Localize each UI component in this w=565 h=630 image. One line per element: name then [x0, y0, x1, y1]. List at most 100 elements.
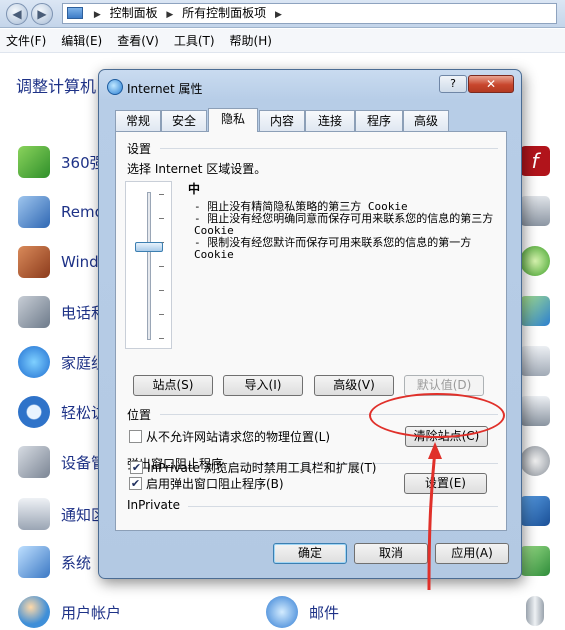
- back-button[interactable]: ◀: [6, 3, 28, 25]
- tab-privacy[interactable]: 隐私: [208, 108, 258, 132]
- help-button[interactable]: ?: [439, 75, 467, 93]
- cp-item-mail[interactable]: 邮件: [266, 595, 339, 629]
- sync-icon[interactable]: [520, 246, 550, 276]
- menu-view[interactable]: 查看(V): [117, 32, 159, 49]
- program-icon[interactable]: [520, 546, 550, 576]
- ok-button[interactable]: 确定: [273, 543, 347, 564]
- menu-bar: 文件(F) 编辑(E) 查看(V) 工具(T) 帮助(H): [0, 29, 565, 53]
- breadcrumb-item-1[interactable]: 所有控制面板项: [182, 6, 266, 20]
- cp-item-firewall[interactable]: Wind: [18, 245, 99, 279]
- breadcrumb-sep-icon[interactable]: ▶: [94, 10, 101, 20]
- settings-group-label: 设置: [127, 142, 152, 156]
- tab-advanced[interactable]: 高级: [403, 110, 449, 131]
- cp-item-system[interactable]: 系统: [18, 545, 91, 579]
- cp-item-label: 系统: [61, 553, 92, 572]
- system-icon: [18, 546, 50, 578]
- inprivate-group-label: InPrivate: [127, 498, 180, 512]
- ie-icon: [107, 79, 123, 95]
- mail-icon: [266, 596, 298, 628]
- printer-icon[interactable]: [520, 396, 550, 426]
- address-bar: ◀ ▶ ▶ 控制面板 ▶ 所有控制面板项 ▶: [0, 0, 565, 28]
- sites-button[interactable]: 站点(S): [133, 375, 213, 396]
- firewall-icon: [18, 246, 50, 278]
- menu-tools[interactable]: 工具(T): [174, 32, 215, 49]
- homegroup-icon: [18, 346, 50, 378]
- cp-item-label: Wind: [61, 253, 99, 271]
- popup-settings-button[interactable]: 设置(E): [404, 473, 487, 494]
- apply-button[interactable]: 应用(A): [435, 543, 509, 564]
- breadcrumb-item-0[interactable]: 控制面板: [110, 6, 158, 20]
- flash-icon[interactable]: f: [520, 146, 550, 176]
- tab-programs[interactable]: 程序: [355, 110, 403, 131]
- menu-file[interactable]: 文件(F): [6, 32, 46, 49]
- enable-popup-blocker-checkbox[interactable]: ✔: [129, 477, 142, 490]
- annotation-ellipse: [369, 393, 505, 438]
- keyboard-icon[interactable]: [520, 196, 550, 226]
- cp-item-phone[interactable]: 电话和: [18, 295, 106, 329]
- never-allow-location-label[interactable]: 从不允许网站请求您的物理位置(L): [146, 428, 330, 445]
- ease-of-access-icon: [18, 396, 50, 428]
- microphone-icon[interactable]: [526, 596, 544, 626]
- forward-button[interactable]: ▶: [31, 3, 53, 25]
- slider-tick: [159, 290, 164, 291]
- dialog-title: Internet 属性: [127, 82, 203, 96]
- import-button[interactable]: 导入(I): [223, 375, 303, 396]
- tab-connections[interactable]: 连接: [305, 110, 355, 131]
- page-title: 调整计算机: [16, 77, 97, 96]
- location-group-label: 位置: [127, 408, 152, 422]
- privacy-description: - 阻止没有经您明确同意而保存可用来联系您的信息的第三方 Cookie: [194, 212, 494, 237]
- slider-tick: [159, 266, 164, 267]
- cp-item-devices[interactable]: 设备管: [18, 445, 106, 479]
- never-allow-location-checkbox[interactable]: [129, 430, 142, 443]
- slider-thumb[interactable]: [135, 242, 163, 252]
- user-accounts-icon: [18, 596, 50, 628]
- divider: [160, 148, 498, 149]
- network-icon[interactable]: [520, 496, 550, 526]
- tab-security[interactable]: 安全: [161, 110, 207, 131]
- settings-instruction: 选择 Internet 区域设置。: [127, 162, 267, 176]
- slider-tick: [159, 218, 164, 219]
- display-icon[interactable]: [520, 296, 550, 326]
- cp-item-label: 邮件: [309, 603, 340, 622]
- cancel-button[interactable]: 取消: [354, 543, 428, 564]
- advanced-button[interactable]: 高级(V): [314, 375, 394, 396]
- device-manager-icon: [18, 446, 50, 478]
- phone-modem-icon: [18, 296, 50, 328]
- slider-tick: [159, 194, 164, 195]
- cp-item-label: 用户帐户: [61, 603, 122, 622]
- privacy-level-slider[interactable]: [125, 181, 172, 349]
- close-button[interactable]: ✕: [468, 75, 514, 93]
- enable-popup-blocker-row[interactable]: ✔ 启用弹出窗口阻止程序(B): [129, 475, 284, 492]
- keyboard-small-icon[interactable]: [520, 346, 550, 376]
- internet-properties-dialog: Internet 属性 ? ✕ 常规 安全 隐私 内容 连接 程序 高级 设置 …: [98, 69, 522, 579]
- remote-desktop-icon: [18, 196, 50, 228]
- tab-general[interactable]: 常规: [115, 110, 161, 131]
- cp-item-notification[interactable]: 通知区: [18, 497, 106, 531]
- breadcrumb-sep-icon[interactable]: ▶: [275, 10, 282, 20]
- inprivate-disable-toolbars-checkbox[interactable]: ✔: [130, 461, 143, 474]
- notification-area-icon: [18, 498, 50, 530]
- tab-content[interactable]: 内容: [259, 110, 305, 131]
- breadcrumb-sep-icon[interactable]: ▶: [166, 10, 173, 20]
- cp-item-homegroup[interactable]: 家庭组: [18, 345, 106, 379]
- slider-track: [147, 192, 151, 340]
- menu-edit[interactable]: 编辑(E): [61, 32, 102, 49]
- menu-help[interactable]: 帮助(H): [230, 32, 272, 49]
- slider-tick: [159, 314, 164, 315]
- cp-item-remote[interactable]: Remo: [18, 195, 104, 229]
- inprivate-disable-toolbars-row[interactable]: ✔ InPrivate 浏览启动时禁用工具栏和扩展(T): [130, 459, 377, 476]
- breadcrumb[interactable]: ▶ 控制面板 ▶ 所有控制面板项 ▶: [62, 3, 557, 24]
- never-allow-location-row[interactable]: 从不允许网站请求您的物理位置(L): [129, 428, 330, 445]
- cp-item-ease[interactable]: 轻松访: [18, 395, 106, 429]
- privacy-level-title: 中: [188, 182, 201, 196]
- cp-item-360[interactable]: 360强: [18, 145, 105, 179]
- enable-popup-blocker-label[interactable]: 启用弹出窗口阻止程序(B): [146, 475, 284, 492]
- shield-360-icon: [18, 146, 50, 178]
- cp-item-users[interactable]: 用户帐户: [18, 595, 121, 629]
- control-panel-icon: [67, 7, 83, 19]
- inprivate-disable-toolbars-label[interactable]: InPrivate 浏览启动时禁用工具栏和扩展(T): [147, 459, 377, 476]
- speaker-icon[interactable]: [520, 446, 550, 476]
- privacy-description: - 限制没有经您默许而保存可用来联系您的信息的第一方 Cookie: [194, 236, 472, 261]
- slider-tick: [159, 338, 164, 339]
- divider: [188, 506, 498, 507]
